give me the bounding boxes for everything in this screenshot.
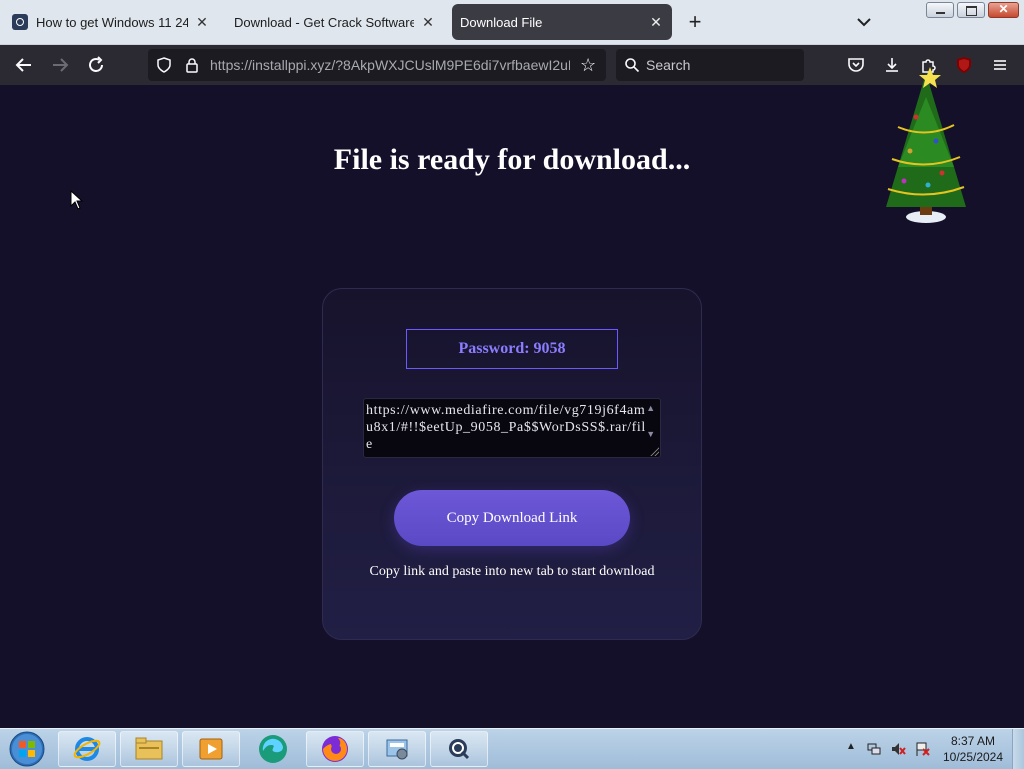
download-link-text[interactable]: https://www.mediafire.com/file/vg719j6f4…: [366, 403, 646, 452]
address-bar[interactable]: https://installppi.xyz/?8AkpWXJCUslM9PE6…: [148, 49, 606, 81]
christmas-tree-decoration-icon: [886, 67, 966, 223]
taskbar-search-app[interactable]: [430, 731, 488, 767]
tab-title: Download File: [460, 14, 543, 30]
clock-date: 10/25/2024: [942, 750, 1004, 764]
back-button[interactable]: [10, 51, 38, 79]
resize-grip-icon[interactable]: [649, 446, 659, 456]
close-window-button[interactable]: [988, 2, 1019, 18]
instruction-text: Copy link and paste into new tab to star…: [369, 564, 655, 579]
back-arrow-icon: [15, 58, 31, 72]
forward-arrow-icon: [53, 58, 69, 72]
list-all-tabs-button[interactable]: [852, 12, 876, 32]
system-clock[interactable]: 8:37 AM 10/25/2024: [938, 733, 1008, 765]
show-hidden-icons-arrow-icon[interactable]: ▲: [846, 741, 856, 752]
page-title: File is ready for download...: [333, 143, 691, 176]
forward-button[interactable]: [46, 51, 74, 79]
close-tab-icon[interactable]: ✕: [420, 14, 436, 30]
taskbar-file-explorer[interactable]: [120, 731, 178, 767]
search-bar[interactable]: Search: [616, 49, 804, 81]
navigation-toolbar: https://installppi.xyz/?8AkpWXJCUslM9PE6…: [0, 45, 1024, 85]
edge-icon: [259, 735, 287, 763]
download-link-textarea[interactable]: https://www.mediafire.com/file/vg719j6f4…: [363, 398, 661, 458]
search-icon: [625, 58, 640, 73]
taskbar-internet-explorer[interactable]: [58, 731, 116, 767]
tab-title: Download - Get Crack Software Her: [234, 14, 414, 30]
window-controls: [926, 2, 1019, 18]
folder-icon: [135, 737, 163, 760]
taskbar-edge[interactable]: [244, 731, 302, 767]
new-tab-button[interactable]: +: [683, 8, 707, 36]
reload-icon: [89, 56, 103, 72]
media-player-icon: [199, 738, 223, 760]
magnifier-app-icon: [449, 739, 470, 760]
tab-title: How to get Windows 11 24H2, ...: [36, 14, 188, 30]
bookmark-star-icon[interactable]: ☆: [580, 55, 600, 75]
lock-icon[interactable]: [184, 57, 200, 73]
firefox-icon: [322, 736, 348, 762]
password-box: Password: 9058: [406, 329, 618, 369]
scroll-down-arrow-icon[interactable]: ▼: [646, 426, 656, 443]
show-desktop-button[interactable]: [1012, 729, 1024, 769]
taskbar-firefox[interactable]: [306, 731, 364, 767]
close-tab-icon[interactable]: ✕: [194, 14, 210, 30]
maximize-button[interactable]: [957, 2, 985, 18]
volume-muted-tray-icon[interactable]: [890, 741, 906, 757]
taskbar-control-panel[interactable]: [368, 731, 426, 767]
start-button[interactable]: [4, 730, 50, 768]
tab-windows11[interactable]: How to get Windows 11 24H2, ... ✕: [4, 4, 218, 40]
hamburger-menu-icon[interactable]: [990, 55, 1010, 75]
chevron-down-icon: [857, 18, 871, 27]
url-text[interactable]: https://installppi.xyz/?8AkpWXJCUslM9PE6…: [210, 57, 570, 73]
tab-download-file[interactable]: Download File ✕: [452, 4, 672, 40]
pocket-icon[interactable]: [846, 55, 866, 75]
search-placeholder: Search: [646, 57, 691, 73]
minimize-button[interactable]: [926, 2, 954, 18]
scroll-up-arrow-icon[interactable]: ▲: [646, 400, 656, 417]
taskbar: ▲ 8:37 AM 10/25/2024: [0, 728, 1024, 769]
mouse-cursor-icon: [70, 190, 84, 210]
tab-strip: How to get Windows 11 24H2, ... ✕ Downlo…: [0, 0, 1024, 45]
reload-button[interactable]: [82, 51, 110, 79]
page-content: File is ready for download... Password: …: [0, 67, 1024, 728]
site-favicon-icon: [12, 14, 28, 30]
action-center-flag-tray-icon[interactable]: [914, 741, 930, 757]
clock-time: 8:37 AM: [950, 734, 996, 748]
control-panel-icon: [386, 739, 408, 760]
network-tray-icon[interactable]: [866, 741, 882, 757]
download-card: Password: 9058 https://www.mediafire.com…: [322, 288, 702, 640]
copy-download-link-button[interactable]: Copy Download Link: [394, 490, 630, 546]
tab-crack-software[interactable]: Download - Get Crack Software Her ✕: [226, 4, 444, 40]
taskbar-media-player[interactable]: [182, 731, 240, 767]
close-tab-icon[interactable]: ✕: [648, 14, 664, 30]
tracking-protection-shield-icon[interactable]: [156, 57, 172, 73]
internet-explorer-icon: [73, 737, 101, 761]
